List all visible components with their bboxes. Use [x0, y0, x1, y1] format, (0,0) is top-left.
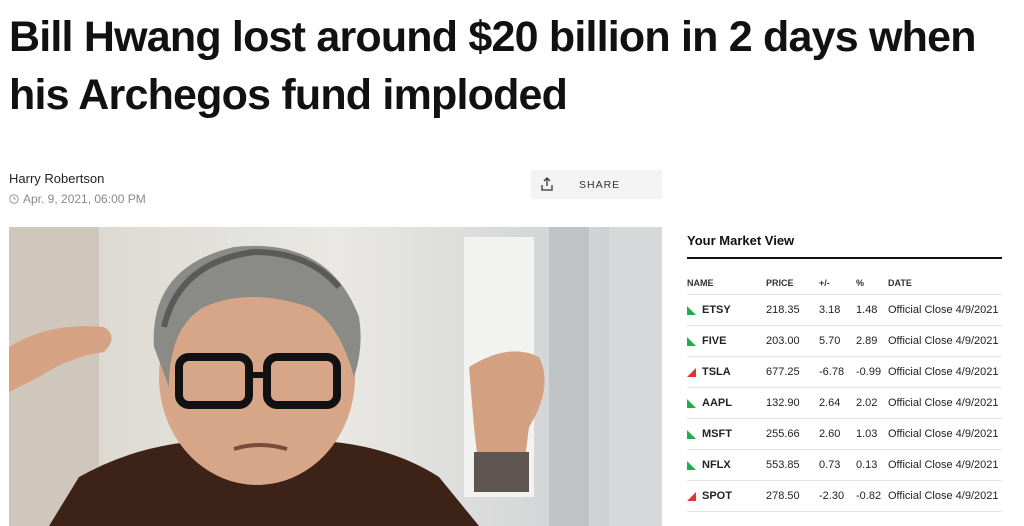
triangle-up-arrow-icon: [687, 460, 696, 470]
triangle-up-arrow-icon: [687, 398, 696, 408]
market-row[interactable]: AAPL 132.90 2.64 2.02 Official Close 4/9/202…: [687, 387, 1002, 419]
column-header-date: DATE: [888, 278, 912, 288]
market-table: NAME PRICE +/- % DATE ETSY 218.35 3.18 1.48…: [687, 272, 1002, 512]
percent-cell: 2.89: [856, 325, 888, 357]
price-cell: 255.66: [766, 418, 819, 450]
price-cell: 278.50: [766, 480, 819, 512]
date-cell: Official Close 4/9/2021: [888, 356, 1002, 388]
change-cell: 2.64: [819, 387, 856, 419]
percent-cell: 1.48: [856, 294, 888, 326]
ticker-cell[interactable]: NFLX: [687, 449, 766, 481]
date-cell: Official Close 4/9/2021: [888, 387, 1002, 419]
ticker-cell[interactable]: FIVE: [687, 325, 766, 357]
triangle-up-arrow-icon: [687, 305, 696, 315]
publish-date: Apr. 9, 2021, 06:00 PM: [9, 192, 146, 206]
triangle-down-arrow-icon: [687, 367, 696, 377]
column-header-percent: %: [856, 278, 865, 288]
percent-cell: 2.02: [856, 387, 888, 419]
author-name[interactable]: Harry Robertson: [9, 171, 104, 186]
change-cell: 5.70: [819, 325, 856, 357]
date-cell: Official Close 4/9/2021: [888, 294, 1002, 326]
ticker-cell[interactable]: ETSY: [687, 294, 766, 326]
ticker-cell[interactable]: MSFT: [687, 418, 766, 450]
share-button[interactable]: SHARE: [531, 170, 662, 199]
price-cell: 203.00: [766, 325, 819, 357]
ticker-symbol[interactable]: AAPL: [702, 397, 732, 409]
ticker-symbol[interactable]: ETSY: [702, 304, 731, 316]
change-cell: -2.30: [819, 480, 856, 512]
date-cell: Official Close 4/9/2021: [888, 480, 1002, 512]
market-table-header: NAME PRICE +/- % DATE: [687, 272, 1002, 295]
date-cell: Official Close 4/9/2021: [888, 418, 1002, 450]
change-cell: -6.78: [819, 356, 856, 388]
ticker-cell[interactable]: AAPL: [687, 387, 766, 419]
percent-cell: -0.99: [856, 356, 888, 388]
ticker-symbol[interactable]: TSLA: [702, 366, 731, 378]
article-photo: [9, 227, 662, 526]
headline: Bill Hwang lost around $20 billion in 2 …: [9, 13, 976, 119]
clock-icon: [9, 194, 19, 204]
date-cell: Official Close 4/9/2021: [888, 449, 1002, 481]
market-row[interactable]: TSLA 677.25 -6.78 -0.99 Official Close 4/9/2…: [687, 356, 1002, 388]
ticker-symbol[interactable]: NFLX: [702, 459, 731, 471]
price-cell: 132.90: [766, 387, 819, 419]
market-view-widget: Your Market View NAME PRICE +/- % DATE E…: [687, 232, 1002, 512]
market-view-title: Your Market View: [687, 233, 795, 248]
share-icon: [541, 177, 553, 191]
ticker-cell[interactable]: SPOT: [687, 480, 766, 512]
percent-cell: 0.13: [856, 449, 888, 481]
column-header-name: NAME: [687, 278, 714, 288]
change-cell: 3.18: [819, 294, 856, 326]
market-view-divider: [687, 257, 1002, 259]
triangle-up-arrow-icon: [687, 429, 696, 439]
publish-date-text: Apr. 9, 2021, 06:00 PM: [23, 192, 146, 206]
price-cell: 218.35: [766, 294, 819, 326]
share-label: SHARE: [579, 179, 621, 191]
triangle-up-arrow-icon: [687, 336, 696, 346]
market-row[interactable]: FIVE 203.00 5.70 2.89 Official Close 4/9/202…: [687, 325, 1002, 357]
market-row[interactable]: ETSY 218.35 3.18 1.48 Official Close 4/9/202…: [687, 294, 1002, 326]
column-header-change: +/-: [819, 278, 830, 288]
market-row[interactable]: MSFT 255.66 2.60 1.03 Official Close 4/9/202…: [687, 418, 1002, 450]
price-cell: 677.25: [766, 356, 819, 388]
change-cell: 0.73: [819, 449, 856, 481]
market-row[interactable]: SPOT 278.50 -2.30 -0.82 Official Close 4/9/2…: [687, 480, 1002, 512]
percent-cell: -0.82: [856, 480, 888, 512]
change-cell: 2.60: [819, 418, 856, 450]
price-cell: 553.85: [766, 449, 819, 481]
ticker-cell[interactable]: TSLA: [687, 356, 766, 388]
ticker-symbol[interactable]: FIVE: [702, 335, 726, 347]
date-cell: Official Close 4/9/2021: [888, 325, 1002, 357]
column-header-price: PRICE: [766, 278, 794, 288]
market-row[interactable]: NFLX 553.85 0.73 0.13 Official Close 4/9/202…: [687, 449, 1002, 481]
ticker-symbol[interactable]: MSFT: [702, 428, 732, 440]
percent-cell: 1.03: [856, 418, 888, 450]
triangle-down-arrow-icon: [687, 491, 696, 501]
ticker-symbol[interactable]: SPOT: [702, 490, 732, 502]
